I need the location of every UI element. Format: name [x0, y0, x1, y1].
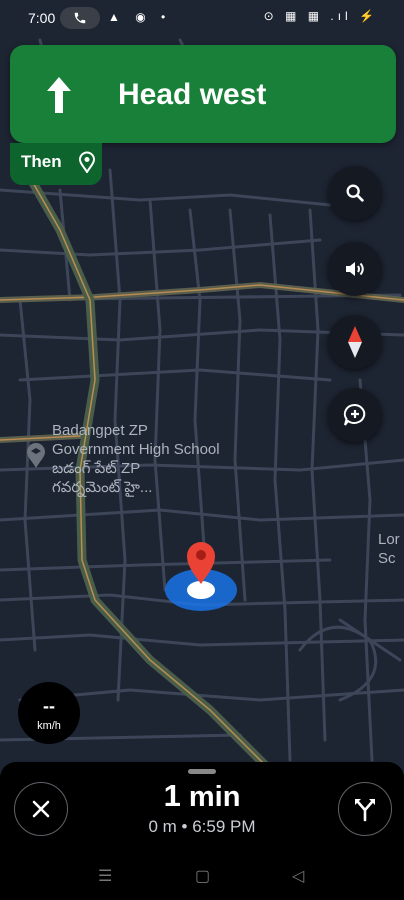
poi-name-line2: Government High School [52, 441, 220, 458]
speed-unit: km/h [37, 720, 61, 732]
destination-pin-icon [78, 151, 96, 173]
phone-icon [74, 12, 86, 24]
status-time: 7:00 [28, 10, 56, 26]
remaining-distance: 0 m [148, 817, 177, 836]
search-button[interactable] [328, 166, 382, 220]
volume-icon [346, 262, 364, 276]
trip-panel[interactable]: 1 min 0 m • 6:59 PM [0, 762, 404, 852]
home-icon[interactable]: ▢ [195, 866, 210, 886]
separator-dot: • [176, 817, 193, 836]
notification-icons: ▲ ◉ • [108, 10, 172, 24]
status-bar: 7:00 ▲ ◉ • ⊙ ▦ ▦ .ıl ⚡ [0, 0, 404, 36]
poi-local-line1: బడంగ్ పేట్ ZP [52, 460, 141, 477]
add-report-button[interactable] [328, 388, 382, 442]
poi-school-icon[interactable] [26, 443, 46, 474]
arrow-up-icon [47, 77, 71, 113]
back-icon[interactable]: ◁ [292, 866, 304, 886]
compass-button[interactable] [328, 315, 382, 369]
place-label-right[interactable]: Lor Sc [378, 530, 400, 568]
eta-number: 1 [163, 778, 181, 813]
call-indicator[interactable] [60, 7, 100, 29]
recents-icon[interactable]: ☰ [98, 866, 112, 886]
system-status-icons: ⊙ ▦ ▦ .ıl ⚡ [263, 9, 378, 23]
search-icon [346, 184, 364, 202]
route-fork-icon [355, 799, 375, 822]
add-report-icon [343, 403, 366, 426]
poi-name-line1: Badangpet ZP [52, 422, 148, 439]
navigation-banner[interactable]: Head west [10, 45, 396, 143]
drag-handle[interactable] [188, 769, 216, 774]
system-nav-bar: ☰ ▢ ◁ [0, 852, 404, 900]
sound-button[interactable] [328, 242, 382, 296]
place-right-line1: Lor [378, 531, 400, 548]
then-label: Then [21, 152, 62, 171]
place-right-line2: Sc [378, 550, 396, 567]
eta-unit: min [180, 781, 241, 813]
alternate-routes-button[interactable] [338, 782, 392, 836]
speed-value: -- [43, 696, 55, 716]
compass-icon [348, 326, 362, 358]
poi-label-school[interactable]: Badangpet ZP Government High School బడంగ… [52, 421, 220, 497]
arrival-time: 6:59 PM [192, 817, 256, 836]
instruction-text: Head west [118, 78, 267, 111]
then-chip[interactable]: Then [10, 143, 102, 185]
speedometer: -- km/h [18, 682, 80, 744]
poi-local-line2: గవర్నమెంట్ హై... [52, 479, 153, 496]
